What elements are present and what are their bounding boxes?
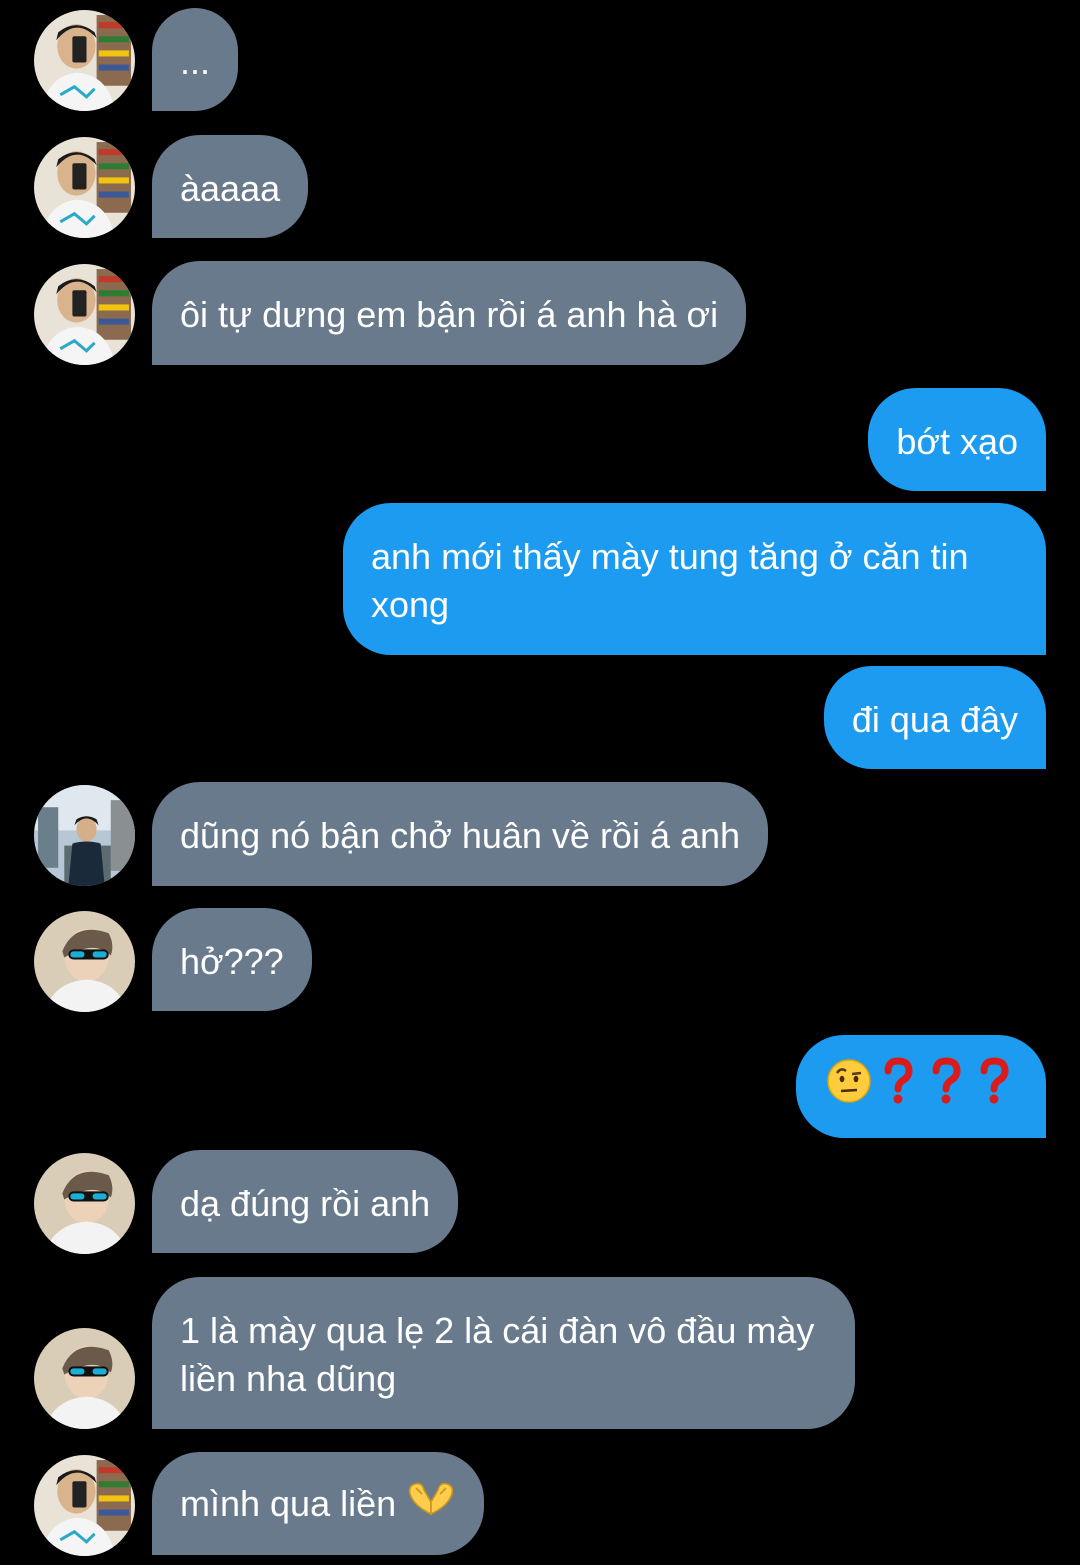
sender-avatar[interactable] bbox=[34, 1328, 135, 1429]
raised-eyebrow-face-emoji bbox=[826, 1058, 872, 1116]
message-text: đi qua đây bbox=[851, 699, 1018, 740]
sender-avatar[interactable] bbox=[34, 1153, 135, 1254]
sender-avatar[interactable] bbox=[34, 264, 135, 365]
message-text: bớt xạo bbox=[896, 421, 1018, 462]
question-mark-emoji bbox=[972, 1056, 1016, 1117]
sender-avatar[interactable] bbox=[34, 1455, 135, 1556]
message-text: ôi tự dưng em bận rồi á anh hà ơi bbox=[180, 294, 719, 335]
incoming-message-bubble[interactable]: dạ đúng rồi anh bbox=[152, 1150, 459, 1253]
message-text: dũng nó bận chở huân về rồi á anh bbox=[180, 815, 741, 856]
heart-hands-emoji bbox=[406, 1480, 456, 1528]
incoming-message-bubble[interactable]: hở??? bbox=[152, 908, 312, 1011]
message-text: hở??? bbox=[180, 941, 284, 982]
sender-avatar[interactable] bbox=[34, 785, 135, 886]
sender-avatar[interactable] bbox=[34, 137, 135, 238]
outgoing-message-bubble[interactable]: đi qua đây bbox=[823, 666, 1046, 769]
message-text: 1 là mày qua lẹ 2 là cái đàn vô đầu mày … bbox=[180, 1310, 815, 1399]
incoming-message-bubble[interactable]: mình qua liền bbox=[152, 1452, 485, 1555]
message-text: mình qua liền bbox=[180, 1482, 407, 1524]
outgoing-message-bubble[interactable]: anh mới thấy mày tung tăng ở căn tin xon… bbox=[343, 503, 1046, 655]
question-mark-emoji bbox=[924, 1056, 968, 1117]
incoming-message-bubble[interactable]: 1 là mày qua lẹ 2 là cái đàn vô đầu mày … bbox=[152, 1277, 855, 1429]
sender-avatar[interactable] bbox=[34, 911, 135, 1012]
incoming-message-bubble[interactable]: ôi tự dưng em bận rồi á anh hà ơi bbox=[152, 261, 747, 365]
message-text: dạ đúng rồi anh bbox=[180, 1183, 431, 1224]
message-text: ... bbox=[180, 41, 211, 82]
incoming-message-bubble[interactable]: ... bbox=[152, 8, 239, 111]
chat-screen: { "conversation": { "messages": [ {"send… bbox=[0, 0, 1080, 1565]
sender-avatar[interactable] bbox=[34, 10, 135, 111]
outgoing-message-bubble[interactable]: bớt xạo bbox=[868, 388, 1046, 491]
outgoing-message-bubble[interactable] bbox=[796, 1035, 1046, 1138]
message-text: àaaaa bbox=[180, 168, 281, 209]
question-mark-emoji bbox=[876, 1056, 920, 1117]
message-text: anh mới thấy mày tung tăng ở căn tin xon… bbox=[371, 536, 969, 625]
incoming-message-bubble[interactable]: dũng nó bận chở huân về rồi á anh bbox=[152, 782, 769, 886]
incoming-message-bubble[interactable]: àaaaa bbox=[152, 135, 309, 238]
